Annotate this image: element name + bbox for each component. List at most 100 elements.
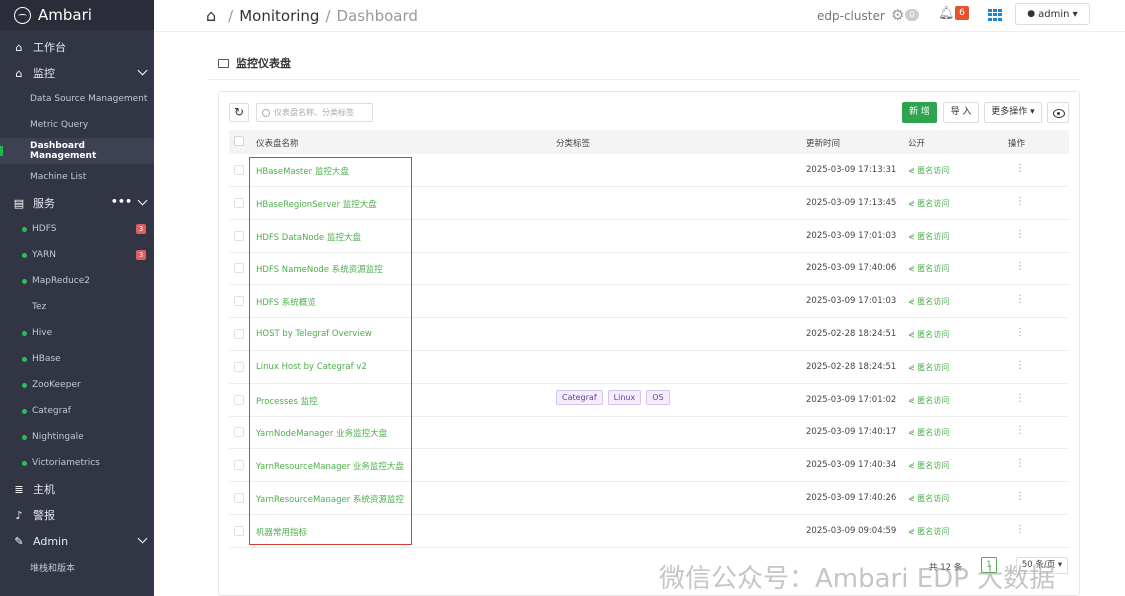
sidebar-item-workbench[interactable]: ⌂ 工作台 [0,34,154,60]
more-vertical-icon[interactable]: ⋮ [1015,393,1025,404]
sidebar-service-victoriametrics[interactable]: Victoriametrics [0,450,154,476]
dashboard-name-link[interactable]: HDFS 系统概览 [256,296,316,308]
public-access-link[interactable]: ⋞ 匿名访问 [908,526,949,537]
sidebar-service-categraf[interactable]: Categraf [0,398,154,424]
select-all-checkbox[interactable] [234,136,244,146]
row-checkbox[interactable] [234,394,244,405]
more-vertical-icon[interactable]: ⋮ [1015,425,1025,436]
tag-list: Categraf Linux OS [556,389,670,405]
dashboard-name-link[interactable]: YarnResourceManager 系统资源监控 [256,493,404,505]
more-vertical-icon[interactable]: ⋮ [1015,491,1025,502]
import-button[interactable]: 导 入 [943,102,979,123]
public-access-link[interactable]: ⋞ 匿名访问 [908,296,949,307]
tag-badge[interactable]: Categraf [556,389,603,405]
public-access-link[interactable]: ⋞ 匿名访问 [908,198,949,209]
table-row: HDFS DataNode 监控大盘 2025-03-09 17:01:03 ⋞ 匿… [229,220,1069,253]
public-access-link[interactable]: ⋞ 匿名访问 [908,427,949,438]
row-checkbox[interactable] [234,230,244,241]
row-checkbox[interactable] [234,493,244,503]
dashboard-name-link[interactable]: Processes 监控 [256,395,318,407]
sidebar-item-admin[interactable]: ✎ Admin [0,528,154,554]
row-checkbox[interactable] [234,296,244,307]
header-ops: 操作 [1008,139,1026,149]
dashboard-name-link[interactable]: Linux Host by Categraf v2 [256,362,367,372]
sidebar-service-hdfs[interactable]: HDFS 3 [0,216,154,242]
public-access-link[interactable]: ⋞ 匿名访问 [908,493,949,504]
dashboard-name-link[interactable]: HBaseRegionServer 监控大盘 [256,198,377,210]
row-checkbox[interactable] [234,263,244,274]
sidebar-subitem-dashboard-management[interactable]: Dashboard Management [0,138,154,164]
more-vertical-icon[interactable]: ⋮ [1015,524,1025,535]
chevron-down-icon[interactable] [137,195,148,206]
breadcrumb-monitoring[interactable]: Monitoring [239,7,319,25]
search-box[interactable] [256,103,373,122]
sidebar-service-yarn[interactable]: YARN 3 [0,242,154,268]
brand[interactable]: Ambari [0,0,154,30]
row-checkbox[interactable] [234,525,244,536]
sidebar-subitem-machine-list[interactable]: Machine List [0,164,154,190]
dashboard-name-link[interactable]: HOST by Telegraf Overview [256,329,372,339]
apps-grid-icon[interactable] [988,9,1002,21]
home-icon[interactable]: ⌂ [206,6,216,25]
sidebar-service-hive[interactable]: Hive [0,320,154,346]
tag-badge[interactable]: OS [646,389,670,405]
dashboard-name-link[interactable]: HBaseMaster 监控大盘 [256,165,349,177]
more-vertical-icon[interactable]: ⋮ [1015,458,1025,469]
more-vertical-icon[interactable]: ⋮ [1015,360,1025,371]
more-vertical-icon[interactable]: ⋮ [1015,229,1025,240]
bell-icon[interactable]: 🔔︎ [938,6,955,21]
dashboard-icon [218,58,229,68]
public-access-link[interactable]: ⋞ 匿名访问 [908,231,949,242]
cluster-name[interactable]: edp-cluster [817,9,885,23]
more-vertical-icon[interactable]: ⋮ [1015,327,1025,338]
refresh-button[interactable]: ↻ [229,103,249,122]
sidebar-service-nightingale[interactable]: Nightingale [0,424,154,450]
eye-icon[interactable] [1047,102,1069,123]
more-vertical-icon[interactable]: ⋮ [1015,163,1025,174]
public-access-label: 匿名访问 [917,264,950,274]
dashboard-name-link[interactable]: HDFS NameNode 系统资源监控 [256,263,383,275]
sidebar-subitem-metric-query[interactable]: Metric Query [0,112,154,138]
sidebar-item-label: 主机 [33,483,55,496]
public-access-link[interactable]: ⋞ 匿名访问 [908,329,949,340]
search-input[interactable] [274,108,369,117]
sidebar-service-zookeeper[interactable]: ZooKeeper [0,372,154,398]
public-access-link[interactable]: ⋞ 匿名访问 [908,362,949,373]
chevron-down-icon[interactable] [137,533,148,544]
bell-icon: ♪ [15,508,23,522]
sidebar-subitem-data-source-management[interactable]: Data Source Management [0,86,154,112]
sidebar-item-monitor[interactable]: ⌂ 监控 [0,60,154,86]
tag-badge[interactable]: Linux [607,389,642,405]
dashboard-name-link[interactable]: HDFS DataNode 监控大盘 [256,231,361,243]
user-menu-button[interactable]: ● admin ▾ [1015,3,1090,25]
sidebar-service-hbase[interactable]: HBase [0,346,154,372]
gear-icon[interactable]: ⚙ [891,6,904,24]
share-icon: ⋞ [908,461,918,471]
dashboard-name-link[interactable]: 机器常用指标 [256,526,307,538]
sidebar-item-stack-version[interactable]: 堆栈和版本 [0,554,154,580]
chevron-down-icon[interactable] [137,65,148,76]
row-checkbox[interactable] [234,197,244,208]
sidebar-service-mapreduce2[interactable]: MapReduce2 [0,268,154,294]
row-checkbox[interactable] [234,165,244,175]
more-vertical-icon[interactable]: ⋮ [1015,294,1025,305]
sidebar-service-tez[interactable]: Tez [0,294,154,320]
public-access-link[interactable]: ⋞ 匿名访问 [908,165,949,176]
dashboard-name-link[interactable]: YarnNodeManager 业务监控大盘 [256,427,387,439]
new-button[interactable]: 新 增 [902,102,937,123]
public-access-link[interactable]: ⋞ 匿名访问 [908,263,949,274]
sidebar-item-services[interactable]: ▤ 服务 ••• [0,190,154,216]
sidebar-item-hosts[interactable]: ≣ 主机 [0,476,154,502]
more-vertical-icon[interactable]: ⋮ [1015,196,1025,207]
more-actions-button[interactable]: 更多操作 ▾ [984,102,1042,123]
row-checkbox[interactable] [234,329,244,339]
row-checkbox[interactable] [234,361,244,372]
more-icon[interactable]: ••• [111,195,132,208]
public-access-link[interactable]: ⋞ 匿名访问 [908,460,949,471]
more-vertical-icon[interactable]: ⋮ [1015,261,1025,272]
dashboard-name-link[interactable]: YarnResourceManager 业务监控大盘 [256,460,404,472]
sidebar-item-alerts[interactable]: ♪ 警报 [0,502,154,528]
public-access-link[interactable]: ⋞ 匿名访问 [908,395,949,406]
row-checkbox[interactable] [234,427,244,438]
row-checkbox[interactable] [234,460,244,471]
